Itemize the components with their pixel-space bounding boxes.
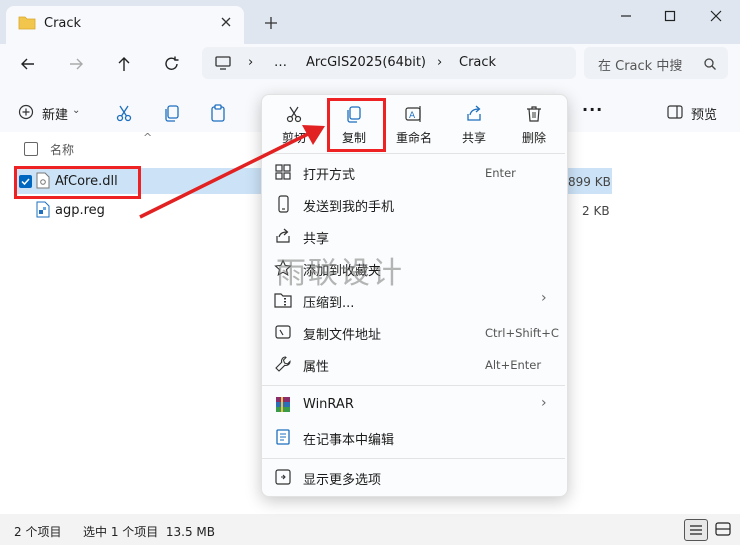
more-options-button[interactable]: ···	[582, 100, 604, 119]
tab-crack[interactable]	[6, 6, 244, 44]
new-tab-icon[interactable]	[262, 14, 280, 32]
chevron-down-icon: ⌄	[72, 105, 81, 116]
column-header-name[interactable]: 名称	[50, 141, 74, 158]
menu-divider	[262, 385, 565, 386]
preview-label: 预览	[691, 108, 718, 123]
file-size: 2 KB	[582, 204, 610, 218]
shortcut-enter: Enter	[485, 166, 516, 180]
chevron-right-icon: ›	[437, 55, 443, 70]
winrar-icon	[274, 396, 292, 414]
breadcrumb-arcgis[interactable]: ArcGIS2025(64bit)	[306, 55, 426, 70]
chevron-right-icon: ›	[541, 290, 547, 306]
tiles-view-icon[interactable]	[713, 520, 733, 538]
notepad-icon	[274, 428, 292, 446]
item-count: 2 个项目	[14, 525, 62, 539]
rename-icon[interactable]: A	[404, 104, 424, 124]
watermark: 雨联设计	[276, 256, 404, 291]
more-options-icon	[274, 468, 292, 486]
maximize-icon[interactable]	[658, 8, 682, 24]
address-overflow[interactable]: …	[274, 55, 287, 70]
highlight-box-file	[14, 166, 141, 199]
folder-icon	[18, 15, 36, 30]
breadcrumb-crack[interactable]: Crack	[459, 55, 496, 70]
more-label: ···	[582, 100, 604, 119]
menu-item-share[interactable]: 共享	[303, 228, 329, 247]
select-all-checkbox[interactable]	[24, 142, 38, 156]
svg-text:A: A	[409, 111, 416, 121]
refresh-icon[interactable]	[162, 55, 182, 73]
annotation-arrow	[139, 125, 325, 219]
minimize-icon[interactable]	[614, 8, 638, 24]
search-icon	[703, 57, 717, 71]
menu-divider	[262, 458, 565, 459]
menu-item-show-more[interactable]: 显示更多选项	[303, 469, 381, 488]
delete-label[interactable]: 删除	[522, 129, 546, 146]
back-icon[interactable]	[18, 55, 38, 73]
forward-icon[interactable]	[66, 55, 86, 73]
menu-item-compress[interactable]: 压缩到...	[303, 292, 354, 311]
up-icon[interactable]	[114, 55, 134, 73]
menu-item-copy-path[interactable]: 复制文件地址	[303, 324, 381, 343]
selection-info: 选中 1 个项目 13.5 MB	[83, 525, 216, 539]
computer-icon	[214, 55, 232, 71]
reg-file-icon	[36, 201, 50, 218]
chevron-right-icon: ›	[248, 55, 254, 70]
wrench-icon	[274, 355, 292, 373]
share-label[interactable]: 共享	[462, 129, 486, 146]
zip-folder-icon	[274, 291, 292, 309]
details-view-icon[interactable]	[684, 519, 708, 541]
shortcut-ctrl-shift-c: Ctrl+Shift+C	[485, 326, 559, 340]
preview-button[interactable]: 预览	[667, 104, 727, 123]
new-label: 新建	[42, 108, 69, 123]
menu-item-edit-notepad[interactable]: 在记事本中编辑	[303, 429, 394, 448]
share-icon	[274, 227, 292, 245]
chevron-right-icon: ›	[541, 395, 547, 411]
share-icon[interactable]	[464, 104, 484, 124]
close-tab-icon[interactable]	[218, 14, 234, 30]
close-window-icon[interactable]	[704, 8, 728, 24]
file-size: 899 KB	[568, 175, 611, 189]
trash-icon[interactable]	[524, 104, 544, 124]
search-placeholder: 在 Crack 中搜	[598, 59, 683, 74]
new-button[interactable]: 新建 ⌄	[14, 101, 94, 123]
file-name[interactable]: agp.reg	[55, 203, 105, 218]
shortcut-alt-enter: Alt+Enter	[485, 358, 542, 372]
rename-label[interactable]: 重命名	[396, 129, 432, 146]
copy-path-icon	[274, 323, 292, 341]
menu-item-properties[interactable]: 属性	[303, 356, 329, 375]
tab-title: Crack	[44, 16, 82, 31]
menu-item-winrar[interactable]: WinRAR	[303, 397, 354, 412]
